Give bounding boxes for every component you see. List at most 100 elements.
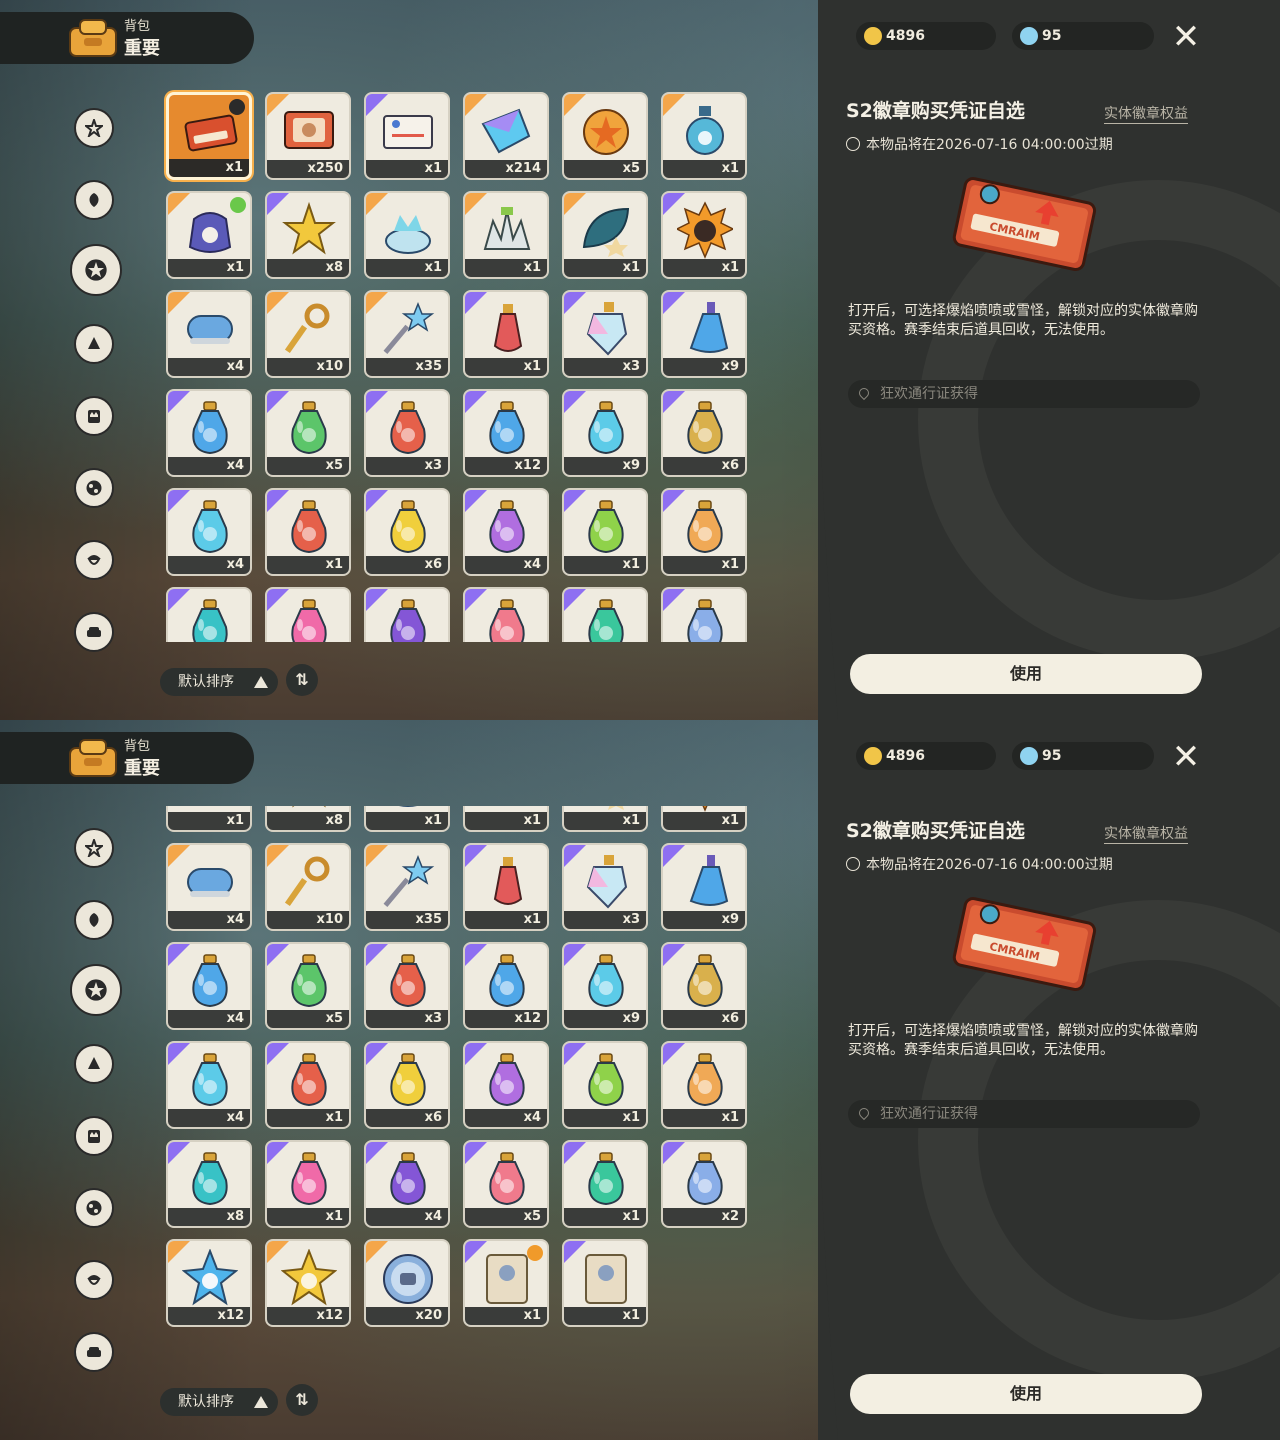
inventory-item[interactable]: x35 (364, 843, 450, 931)
inventory-item[interactable]: x1 (166, 92, 252, 180)
inventory-item[interactable] (166, 587, 252, 642)
close-button[interactable]: ✕ (1170, 20, 1202, 54)
inventory-item[interactable]: x35 (364, 290, 450, 378)
inventory-item[interactable]: x12 (265, 1239, 351, 1327)
category-tab-ball[interactable] (70, 1184, 120, 1234)
inventory-item[interactable] (463, 587, 549, 642)
inventory-item[interactable]: x250 (265, 92, 351, 180)
inventory-item[interactable]: x1 (661, 191, 747, 279)
inventory-item[interactable]: x5 (265, 942, 351, 1030)
inventory-item[interactable]: x4 (166, 942, 252, 1030)
inventory-item[interactable]: x1 (265, 1140, 351, 1228)
category-tab-card[interactable] (70, 1112, 120, 1162)
category-tab-star[interactable] (70, 824, 120, 874)
category-tab-material[interactable] (70, 1040, 120, 1090)
inventory-item[interactable]: x1 (364, 92, 450, 180)
inventory-item[interactable]: x1 (661, 488, 747, 576)
inventory-item[interactable]: x8 (265, 191, 351, 279)
inventory-item[interactable]: x1 (166, 191, 252, 279)
inventory-item[interactable]: x4 (463, 488, 549, 576)
category-tab-acorn[interactable] (70, 1256, 120, 1306)
inventory-item[interactable]: x1 (661, 1041, 747, 1129)
inventory-item[interactable]: x1 (661, 92, 747, 180)
inventory-item[interactable]: x4 (166, 290, 252, 378)
use-button[interactable]: 使用 (850, 1374, 1202, 1414)
inventory-item[interactable]: x4 (463, 1041, 549, 1129)
inventory-item[interactable]: x3 (562, 290, 648, 378)
potion-icon (489, 1152, 525, 1206)
inventory-item[interactable]: x8 (166, 1140, 252, 1228)
inventory-item[interactable]: x6 (661, 389, 747, 477)
inventory-item[interactable]: x3 (364, 389, 450, 477)
inventory-item[interactable]: x6 (364, 1041, 450, 1129)
sort-order-toggle[interactable]: ⇅ (286, 664, 318, 696)
category-tab-acorn[interactable] (70, 536, 120, 586)
inventory-item[interactable]: x1 (562, 1239, 648, 1327)
category-tab-leaf[interactable] (70, 896, 120, 946)
inventory-item[interactable]: x8 (265, 806, 351, 832)
category-tab-material[interactable] (70, 320, 120, 370)
inventory-item[interactable]: x2 (661, 1140, 747, 1228)
category-tab-star[interactable] (70, 104, 120, 154)
inventory-item[interactable]: x1 (562, 191, 648, 279)
inventory-item[interactable]: x1 (562, 806, 648, 832)
category-tab-ball[interactable] (70, 464, 120, 514)
inventory-item[interactable]: x5 (463, 1140, 549, 1228)
inventory-item[interactable]: x12 (463, 942, 549, 1030)
inventory-item[interactable]: x9 (661, 290, 747, 378)
inventory-item[interactable]: x5 (562, 92, 648, 180)
inventory-item[interactable]: x214 (463, 92, 549, 180)
inventory-item[interactable]: x1 (463, 1239, 549, 1327)
inventory-item[interactable]: x1 (364, 806, 450, 832)
inventory-item[interactable]: x3 (562, 843, 648, 931)
inventory-item[interactable] (661, 587, 747, 642)
inventory-item[interactable]: x9 (562, 942, 648, 1030)
inventory-item[interactable]: x1 (562, 1041, 648, 1129)
inventory-item[interactable]: x1 (463, 806, 549, 832)
inventory-item[interactable]: x1 (463, 290, 549, 378)
inventory-item[interactable]: x10 (265, 290, 351, 378)
inventory-item[interactable]: x1 (562, 488, 648, 576)
inventory-item[interactable]: x4 (166, 1041, 252, 1129)
potion-icon (390, 599, 426, 642)
inventory-item[interactable]: x1 (562, 1140, 648, 1228)
inventory-item[interactable]: x4 (166, 843, 252, 931)
inventory-item[interactable]: x12 (166, 1239, 252, 1327)
sort-dropdown[interactable]: 默认排序 (160, 668, 278, 696)
close-button[interactable]: ✕ (1170, 740, 1202, 774)
inventory-item[interactable]: x4 (364, 1140, 450, 1228)
inventory-item[interactable]: x4 (166, 488, 252, 576)
inventory-item[interactable]: x12 (463, 389, 549, 477)
inventory-item[interactable]: x20 (364, 1239, 450, 1327)
item-count: x6 (366, 1109, 448, 1127)
inventory-item[interactable]: x9 (661, 843, 747, 931)
inventory-item[interactable] (364, 587, 450, 642)
inventory-item[interactable]: x9 (562, 389, 648, 477)
inventory-item[interactable]: x1 (265, 1041, 351, 1129)
use-button[interactable]: 使用 (850, 654, 1202, 694)
inventory-item[interactable]: x5 (265, 389, 351, 477)
inventory-item[interactable]: x1 (166, 806, 252, 832)
inventory-item[interactable]: x1 (364, 191, 450, 279)
inventory-item[interactable]: x10 (265, 843, 351, 931)
inventory-item[interactable]: x4 (166, 389, 252, 477)
sort-dropdown[interactable]: 默认排序 (160, 1388, 278, 1416)
potion-icon (390, 954, 426, 1008)
inventory-item[interactable]: x6 (364, 488, 450, 576)
category-tab-important[interactable] (70, 964, 122, 1016)
inventory-item[interactable] (562, 587, 648, 642)
inventory-item[interactable] (265, 587, 351, 642)
inventory-item[interactable]: x1 (463, 843, 549, 931)
sort-order-toggle[interactable]: ⇅ (286, 1384, 318, 1416)
category-tab-furniture[interactable] (70, 1328, 120, 1378)
star-icon (85, 119, 103, 137)
category-tab-leaf[interactable] (70, 176, 120, 226)
inventory-item[interactable]: x1 (463, 191, 549, 279)
category-tab-furniture[interactable] (70, 608, 120, 658)
inventory-item[interactable]: x1 (265, 488, 351, 576)
category-tab-important[interactable] (70, 244, 122, 296)
inventory-item[interactable]: x1 (661, 806, 747, 832)
inventory-item[interactable]: x6 (661, 942, 747, 1030)
category-tab-card[interactable] (70, 392, 120, 442)
inventory-item[interactable]: x3 (364, 942, 450, 1030)
